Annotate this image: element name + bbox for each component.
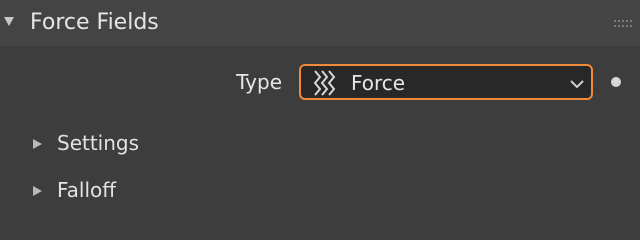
force-fields-panel-header[interactable]: Force Fields [0,0,640,46]
expand-arrow-icon[interactable] [30,183,44,197]
settings-subpanel-header[interactable]: Settings [0,123,640,163]
animate-property-dot-icon[interactable] [611,77,621,87]
force-field-icon [311,69,341,97]
type-dropdown-value: Force [351,71,406,95]
drag-handle-icon[interactable] [612,16,634,30]
falloff-subpanel-header[interactable]: Falloff [0,170,640,210]
settings-subpanel-label: Settings [57,131,140,155]
chevron-down-icon [569,76,585,90]
type-dropdown[interactable]: Force [299,64,593,100]
collapse-arrow-icon[interactable] [2,14,16,28]
expand-arrow-icon[interactable] [30,136,44,150]
falloff-subpanel-label: Falloff [57,178,117,202]
panel-title: Force Fields [30,10,159,35]
type-label: Type [236,70,282,94]
